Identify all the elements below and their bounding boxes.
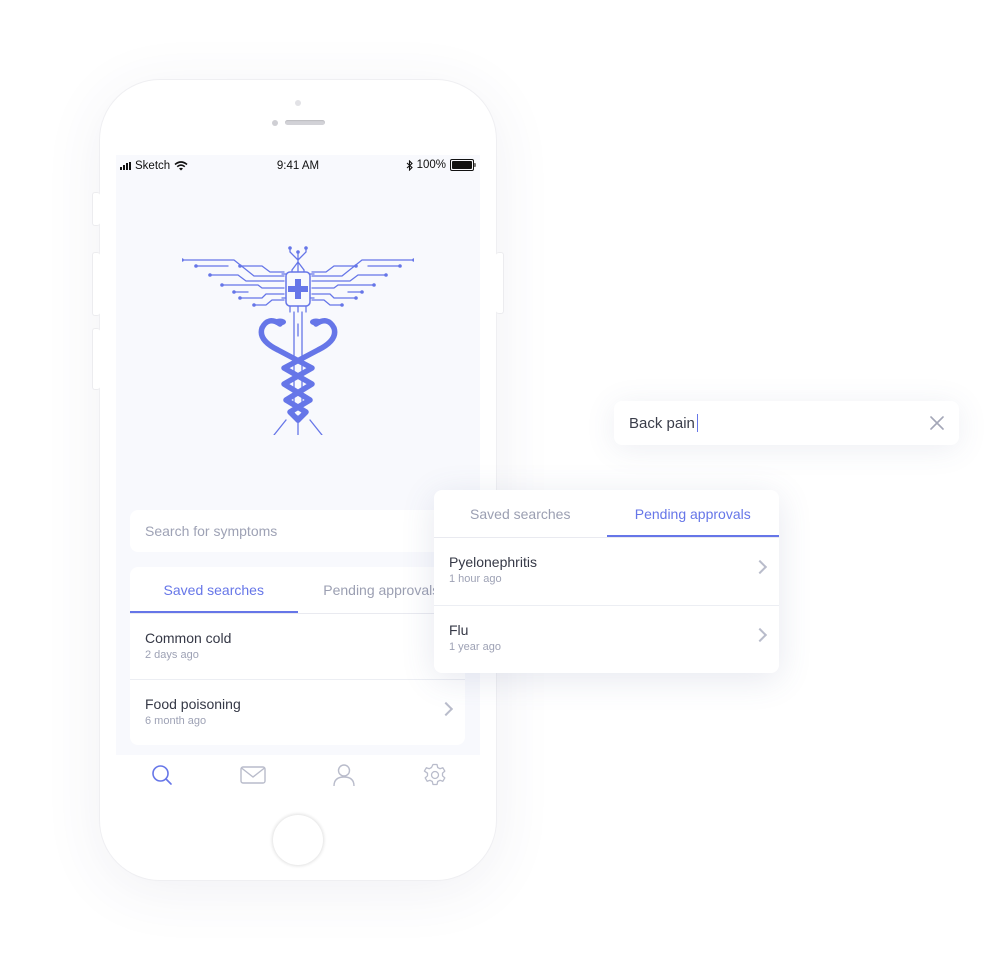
clear-search-button[interactable] (930, 416, 944, 430)
front-camera (295, 100, 301, 106)
overlay-approvals-card: Saved searches Pending approvals Pyelone… (434, 490, 779, 673)
home-button[interactable] (273, 815, 323, 865)
volume-up-button (92, 252, 100, 316)
phone-screen: Sketch 9:41 AM 100% Search for symptoms … (116, 155, 480, 795)
proximity-sensor (272, 120, 278, 126)
bottom-tab-bar (116, 755, 480, 795)
battery-icon (450, 159, 476, 171)
item-title: Flu (449, 622, 469, 638)
list-item[interactable]: Pyelonephritis 1 hour ago (434, 538, 779, 606)
overlay-search-value: Back pain (629, 414, 695, 432)
tab-saved-searches[interactable]: Saved searches (130, 567, 298, 613)
symptom-search-input[interactable]: Search for symptoms (130, 510, 470, 552)
item-time: 1 year ago (449, 641, 501, 653)
tab-strip: Saved searches Pending approvals (434, 490, 779, 538)
power-button (496, 252, 504, 314)
overlay-search-input[interactable]: Back pain (614, 401, 959, 445)
tab-saved-searches[interactable]: Saved searches (434, 490, 607, 537)
tab-strip: Saved searches Pending approvals (130, 567, 465, 614)
item-time: 2 days ago (145, 649, 199, 661)
list-item[interactable]: Common cold 2 days ago (130, 614, 465, 680)
search-icon (151, 765, 172, 785)
volume-down-button (92, 328, 100, 390)
item-title: Food poisoning (145, 696, 241, 712)
item-title: Common cold (145, 630, 232, 646)
tabbar-search[interactable] (116, 755, 207, 795)
item-time: 1 hour ago (449, 573, 502, 585)
caduceus-circuit-logo (182, 246, 414, 435)
close-icon (930, 416, 944, 430)
list-item[interactable]: Food poisoning 6 month ago (130, 680, 465, 745)
gear-icon (423, 763, 445, 786)
item-title: Pyelonephritis (449, 554, 537, 570)
search-placeholder: Search for symptoms (145, 523, 278, 539)
bluetooth-icon (406, 159, 413, 171)
tabbar-profile[interactable] (298, 755, 389, 795)
list-item[interactable]: Flu 1 year ago (434, 606, 779, 673)
tab-pending-approvals[interactable]: Pending approvals (607, 490, 780, 537)
phone-mockup: Sketch 9:41 AM 100% Search for symptoms … (92, 80, 504, 880)
item-time: 6 month ago (145, 715, 207, 727)
text-caret (696, 414, 698, 432)
mute-switch (92, 192, 100, 226)
battery-percent: 100% (416, 159, 446, 171)
status-bar: Sketch 9:41 AM 100% (116, 155, 480, 177)
mail-icon (239, 766, 266, 784)
earpiece-speaker (285, 120, 325, 125)
user-icon (332, 764, 355, 787)
searches-card: Saved searches Pending approvals Common … (130, 567, 465, 745)
tabbar-messages[interactable] (207, 755, 298, 795)
tabbar-settings[interactable] (389, 755, 480, 795)
